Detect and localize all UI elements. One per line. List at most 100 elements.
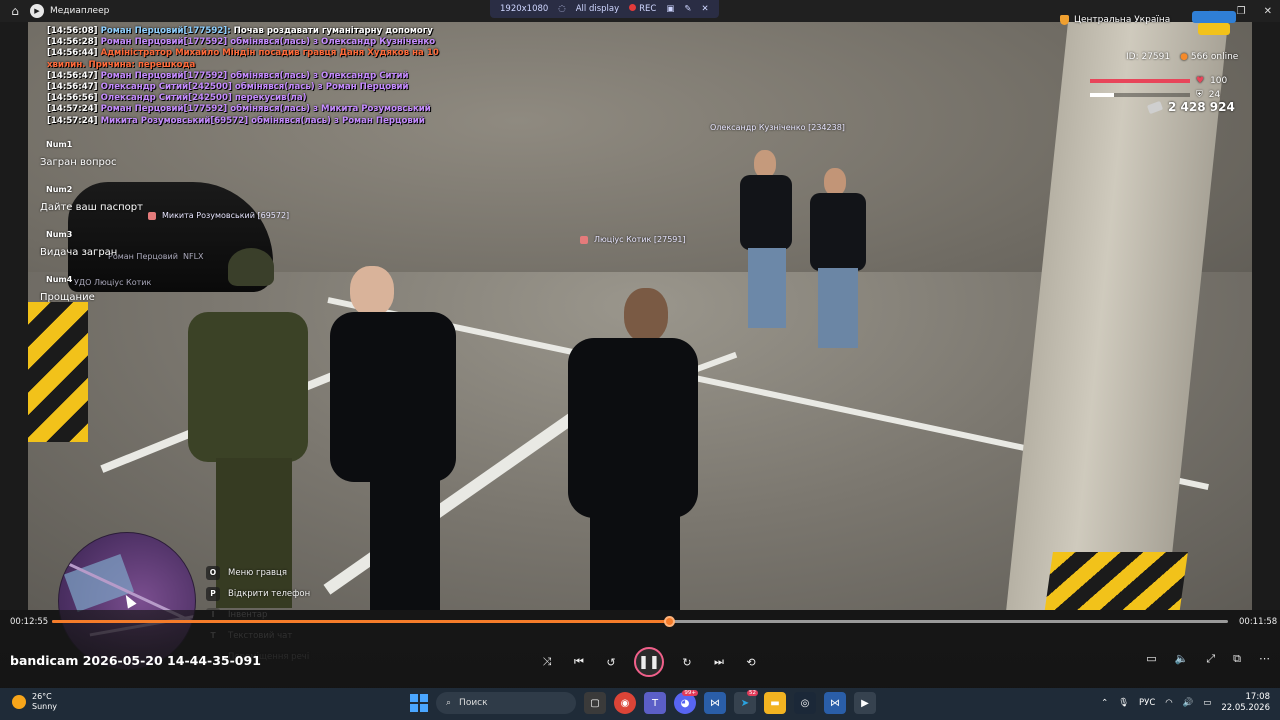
rec-button[interactable]: REC: [629, 4, 656, 14]
rewind-10-icon[interactable]: ↺: [602, 653, 620, 671]
visual-studio-icon[interactable]: ⋈: [704, 692, 726, 714]
pause-button[interactable]: ❚❚: [634, 647, 664, 677]
camera-icon[interactable]: ▣: [666, 4, 674, 14]
chat-message: [14:56:56] Олександр Ситий[242500] перек…: [47, 93, 307, 104]
chat-message: [14:57:24] Роман Перцовий[177592] обміня…: [47, 104, 431, 115]
chat-log: [14:56:08] Роман Перцовий[177592]: Почав…: [47, 26, 439, 127]
hotkey-menu: Num1 Загран вопрос Num2 Дайте ваш паспорт …: [40, 140, 143, 320]
next-icon[interactable]: ⏭: [710, 653, 728, 671]
close-icon[interactable]: ✕: [1264, 6, 1272, 17]
wifi-icon[interactable]: ◠: [1165, 698, 1172, 708]
media-player-taskbar-icon[interactable]: ▶: [854, 692, 876, 714]
forward-30-icon[interactable]: ↻: [678, 653, 696, 671]
app-title: Медиаплеер: [50, 6, 110, 16]
repeat-off-icon[interactable]: ⟲: [742, 653, 760, 671]
player-info: ID: 27591 ● 566 online: [1126, 52, 1238, 62]
voice-icon: [148, 211, 156, 220]
miniplayer-icon[interactable]: ⧉: [1233, 652, 1241, 666]
close-recbar-icon[interactable]: ✕: [702, 4, 709, 14]
sun-icon: [12, 695, 26, 709]
money-display: 2 428 924: [1146, 100, 1235, 114]
money-icon: [1146, 100, 1164, 114]
key-hint: P Відкрити телефон: [206, 583, 310, 604]
chat-message: [14:56:47] Олександр Ситий[242500] обмін…: [47, 82, 409, 93]
key-hint: O Меню гравця: [206, 562, 310, 583]
playback-controls: ⤨ ⏮ ↺ ❚❚ ↻ ⏭ ⟲: [538, 647, 760, 677]
nametag-kotyk: Люціус Котик [27591]: [580, 235, 686, 244]
flame-icon: ●: [1180, 52, 1188, 62]
pencil-icon[interactable]: ✎: [684, 4, 691, 14]
speaker-icon[interactable]: 🔊: [1183, 698, 1194, 708]
chat-message: [14:56:28] Роман Перцовий[177592] обміня…: [47, 37, 436, 48]
windows-taskbar: 26°C Sunny ⌕ Поиск ▢ ◉ T ◕ 99+ ⋈ ➤ 52 ▬ ◎ …: [0, 688, 1280, 720]
hotkey-item[interactable]: Num3 Видача загран: [40, 230, 143, 275]
media-player-controls: 00:12:55 00:11:58 bandicam 2026-05-20 14…: [0, 610, 1280, 688]
player-id: ID: 27591: [1126, 52, 1171, 62]
hotkey-item[interactable]: Num1 Загран вопрос: [40, 140, 143, 185]
search-icon: ⌕: [446, 698, 452, 708]
volume-icon[interactable]: 🔈: [1175, 652, 1189, 666]
previous-icon[interactable]: ⏮: [570, 653, 588, 671]
online-count: ● 566 online: [1180, 52, 1239, 62]
remaining-time: 00:11:58: [1239, 617, 1278, 627]
armor-icon: ⛨: [1196, 90, 1203, 100]
key-hint-label: Меню гравця: [228, 567, 287, 578]
language-indicator[interactable]: РУС: [1139, 698, 1155, 708]
armor-bar: ⛨ 24: [1090, 90, 1220, 100]
key-cap: O: [206, 565, 220, 580]
player-right-controls: ▭ 🔈 ⤢ ⧉ ⋯: [1146, 652, 1270, 666]
key-cap: P: [206, 586, 220, 601]
elapsed-time: 00:12:55: [10, 617, 49, 627]
task-view-icon[interactable]: ▢: [584, 692, 606, 714]
temperature: 26°C: [32, 692, 52, 701]
microphone-icon[interactable]: 🎙: [1118, 698, 1129, 708]
subtitles-icon[interactable]: ▭: [1146, 652, 1156, 666]
fullscreen-icon[interactable]: ⤢: [1206, 652, 1215, 666]
seek-bar[interactable]: [52, 616, 1228, 627]
discord-icon[interactable]: ◕ 99+: [674, 690, 698, 714]
steam-icon[interactable]: ◎: [794, 692, 816, 714]
file-explorer-icon[interactable]: ▬: [764, 692, 786, 714]
telegram-icon[interactable]: ➤ 52: [734, 690, 758, 714]
nametag-kuznichenko: Олександр Кузніченко [234238]: [710, 123, 845, 132]
weather-condition: Sunny: [32, 702, 58, 711]
rec-dot-icon: [629, 4, 637, 11]
taskbar-apps: ⌕ Поиск ▢ ◉ T ◕ 99+ ⋈ ➤ 52 ▬ ◎ ⋈ ▶: [410, 690, 876, 714]
more-options-icon[interactable]: ⋯: [1259, 652, 1270, 666]
chat-message: хвилин. Причина: перешкода: [47, 59, 196, 70]
media-player-icon: ▶: [30, 4, 44, 18]
chrome-icon[interactable]: ◉: [614, 692, 636, 714]
system-tray: ⌃ 🎙 РУС ◠ 🔊 ▭ 17:08 22.05.2026: [1101, 692, 1270, 714]
chat-message: [14:56:08] Роман Перцовий[177592]: Почав…: [47, 26, 433, 36]
recording-toolbar: 1920x1080 ◌ All display REC ▣ ✎ ✕: [490, 0, 719, 18]
shuffle-icon[interactable]: ⤨: [538, 653, 556, 671]
display-label[interactable]: All display: [576, 4, 619, 14]
visual-studio-2-icon[interactable]: ⋈: [824, 692, 846, 714]
teams-icon[interactable]: T: [644, 692, 666, 714]
seek-knob[interactable]: [664, 616, 676, 627]
key-hint-label: Відкрити телефон: [228, 588, 311, 599]
health-bar: ♥ 100: [1090, 76, 1227, 86]
mouse-icon[interactable]: ◌: [558, 4, 565, 14]
battery-icon[interactable]: ▭: [1203, 698, 1211, 708]
chat-message: [14:57:24] Микита Розумовський[69572] об…: [47, 115, 425, 126]
chat-message: [14:56:47] Роман Перцовий[177592] обміня…: [47, 70, 409, 81]
nametag-rozumovskyi: Микита Розумовський [69572]: [148, 211, 289, 220]
shield-icon: [1060, 15, 1069, 25]
hotkey-item[interactable]: Num4 Прощание: [40, 275, 143, 320]
start-button[interactable]: [410, 694, 428, 712]
chevron-up-icon[interactable]: ⌃: [1101, 698, 1108, 708]
file-name: bandicam 2026-05-20 14-44-35-091: [10, 653, 261, 668]
chat-message: [14:56:44] Адміністратор Михайло Міндін …: [47, 48, 439, 59]
hotkey-item[interactable]: Num2 Дайте ваш паспорт: [40, 185, 143, 230]
weather-widget[interactable]: 26°C Sunny: [12, 692, 57, 712]
hazard-stripe: [1043, 552, 1188, 610]
resolution-label[interactable]: 1920x1080: [500, 4, 548, 14]
voice-icon: [580, 235, 588, 244]
hazard-stripe: [28, 302, 88, 442]
ukraine-gta-logo: [1192, 11, 1236, 35]
search-box[interactable]: ⌕ Поиск: [436, 692, 576, 714]
screen: ⌂ ▶ Медиаплеер 1920x1080 ◌ All display R…: [0, 0, 1280, 720]
clock[interactable]: 17:08 22.05.2026: [1221, 692, 1270, 714]
home-icon[interactable]: ⌂: [0, 4, 30, 18]
